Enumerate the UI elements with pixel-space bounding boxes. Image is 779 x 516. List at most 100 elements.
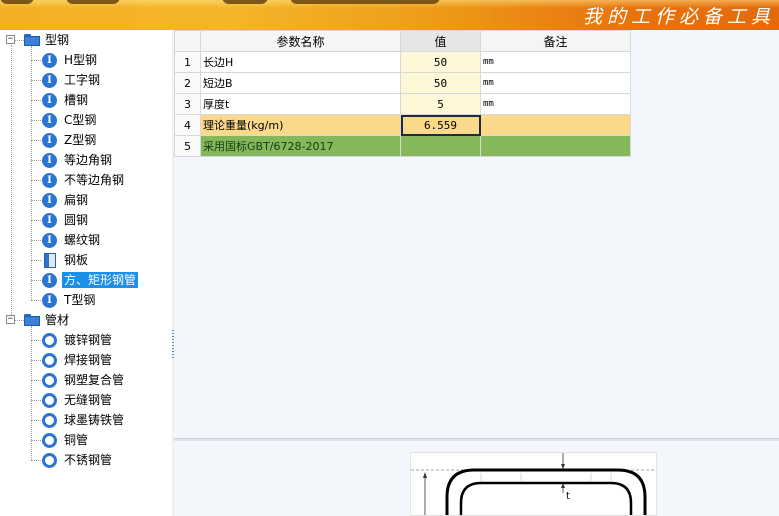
tree-connector (31, 400, 41, 401)
tree-item[interactable]: 等边角钢 (62, 152, 114, 168)
folder-body (24, 36, 40, 46)
grid-header-row: 参数名称 值 备注 (174, 30, 631, 52)
tree-connector (31, 46, 32, 300)
param-value-input[interactable]: 50 (400, 51, 481, 73)
banner-slogan: 我的工作必备工具 (582, 6, 775, 28)
category-tree[interactable]: − 型钢 I H型钢 I 工字钢 I 槽钢 I C型钢 I Z型钢 I 等边角钢 I 不等边角钢 I 扁钢 I 圆钢 I… (0, 30, 172, 516)
table-row: 3 厚度t 5 mm (174, 93, 631, 115)
banner-logo-fragment (222, 0, 268, 4)
pipe-ring-icon (42, 393, 57, 408)
tree-connector (15, 40, 24, 41)
column-header-note[interactable]: 备注 (480, 30, 631, 52)
tree-connector (31, 200, 41, 201)
tree-item[interactable]: C型钢 (62, 112, 98, 128)
tree-connector (11, 45, 12, 315)
tree-group-label[interactable]: 管材 (43, 312, 71, 328)
tree-item[interactable]: 钢塑复合管 (62, 372, 126, 388)
tree-connector (15, 320, 24, 321)
banner-logo-fragment (290, 0, 440, 4)
tree-group-label[interactable]: 型钢 (43, 32, 71, 48)
section-drawing: t (410, 452, 657, 516)
tree-connector (31, 300, 41, 301)
tree-item[interactable]: 圆钢 (62, 212, 90, 228)
row-number: 3 (174, 93, 201, 115)
tube-section-diagram: t (411, 453, 656, 515)
row-number: 5 (174, 135, 201, 157)
banner-logo-fragment (66, 0, 120, 4)
tree-item-selected[interactable]: 方、矩形钢管 (62, 272, 139, 288)
param-value-input[interactable]: 50 (400, 72, 481, 94)
tree-connector (31, 260, 41, 261)
tree-item[interactable]: 扁钢 (62, 192, 90, 208)
tree-item[interactable]: T型钢 (62, 292, 97, 308)
tree-connector (31, 440, 41, 441)
row-number-header (174, 30, 201, 52)
folder-icon (24, 34, 40, 46)
parameter-grid: 参数名称 值 备注 1 长边H 50 mm 2 短边B 50 mm 3 厚度t … (174, 30, 631, 157)
i-beam-icon: I (42, 273, 57, 288)
column-header-value[interactable]: 值 (400, 30, 481, 52)
tree-connector (31, 60, 41, 61)
param-note (480, 135, 631, 157)
tree-item[interactable]: H型钢 (62, 52, 99, 68)
i-beam-icon: I (42, 293, 57, 308)
app-banner: 我的工作必备工具 (0, 0, 779, 30)
param-note: mm (480, 93, 631, 115)
tree-item[interactable]: 镀锌钢管 (62, 332, 114, 348)
tree-connector (31, 360, 41, 361)
param-note: mm (480, 51, 631, 73)
tree-connector (31, 460, 41, 461)
i-beam-icon: I (42, 133, 57, 148)
tree-connector (31, 280, 41, 281)
param-note: mm (480, 72, 631, 94)
tree-item[interactable]: 螺纹钢 (62, 232, 102, 248)
pipe-ring-icon (42, 333, 57, 348)
i-beam-icon: I (42, 53, 57, 68)
param-name: 短边B (200, 72, 401, 94)
tree-item[interactable]: 槽钢 (62, 92, 90, 108)
tree-item[interactable]: 钢板 (62, 252, 90, 268)
banner-logo-fragment (0, 0, 34, 4)
table-row: 2 短边B 50 mm (174, 72, 631, 94)
tree-item[interactable]: 不锈钢管 (62, 452, 114, 468)
tree-connector (31, 220, 41, 221)
tree-expander[interactable]: − (6, 315, 15, 324)
pipe-ring-icon (42, 453, 57, 468)
column-header-name[interactable]: 参数名称 (200, 30, 401, 52)
pipe-ring-icon (42, 433, 57, 448)
row-number: 4 (174, 114, 201, 136)
pipe-ring-icon (42, 373, 57, 388)
i-beam-icon: I (42, 93, 57, 108)
tree-item[interactable]: 不等边角钢 (62, 172, 126, 188)
tree-connector (31, 80, 41, 81)
table-row: 1 长边H 50 mm (174, 51, 631, 73)
i-beam-icon: I (42, 73, 57, 88)
pipe-ring-icon (42, 353, 57, 368)
param-name: 厚度t (200, 93, 401, 115)
tree-item[interactable]: 无缝钢管 (62, 392, 114, 408)
tree-expander[interactable]: − (6, 35, 15, 44)
table-row-weight: 4 理论重量(kg/m) 6.559 (174, 114, 631, 136)
folder-body (24, 316, 40, 326)
param-name: 长边H (200, 51, 401, 73)
tree-item[interactable]: Z型钢 (62, 132, 98, 148)
tree-connector (31, 240, 41, 241)
param-note (480, 114, 631, 136)
tree-connector (31, 120, 41, 121)
panel-divider[interactable] (174, 438, 779, 441)
i-beam-icon: I (42, 213, 57, 228)
i-beam-icon: I (42, 173, 57, 188)
tree-item[interactable]: 铜管 (62, 432, 90, 448)
tree-item[interactable]: 焊接钢管 (62, 352, 114, 368)
param-value-input[interactable]: 5 (400, 93, 481, 115)
pipe-ring-icon (42, 413, 57, 428)
thickness-label: t (566, 491, 570, 502)
i-beam-icon: I (42, 113, 57, 128)
tree-item[interactable]: 工字钢 (62, 72, 102, 88)
param-name: 理论重量(kg/m) (200, 114, 401, 136)
tree-connector (31, 326, 32, 460)
weight-result-cell[interactable]: 6.559 (400, 114, 481, 136)
folder-icon (24, 314, 40, 326)
i-beam-icon: I (42, 233, 57, 248)
tree-item[interactable]: 球墨铸铁管 (62, 412, 126, 428)
